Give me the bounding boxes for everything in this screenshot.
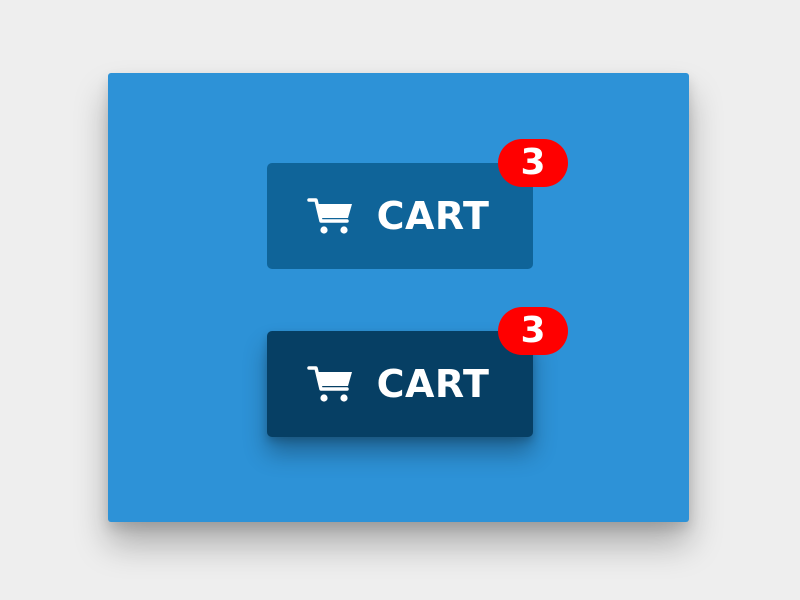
cart-label: CART: [376, 362, 490, 406]
shopping-cart-icon: [306, 198, 352, 234]
cart-count-badge: 3: [498, 307, 568, 355]
shopping-cart-icon: [306, 366, 352, 402]
cart-count-badge: 3: [498, 139, 568, 187]
cart-button-hover[interactable]: CART: [267, 331, 533, 437]
cart-label: CART: [376, 194, 490, 238]
cart-button[interactable]: CART: [267, 163, 533, 269]
demo-panel: CART CART: [108, 73, 689, 522]
